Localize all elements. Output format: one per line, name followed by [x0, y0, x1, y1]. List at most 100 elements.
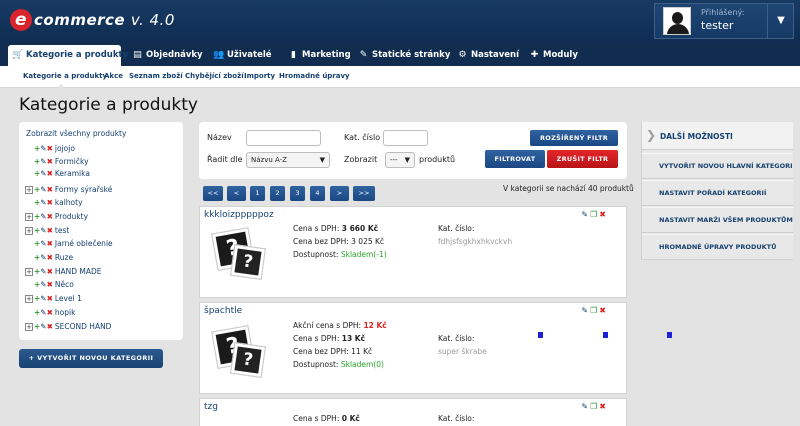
copy-icon[interactable]: ❐ — [590, 210, 597, 219]
expand-plus-icon[interactable]: + — [25, 227, 33, 235]
delete-x-icon[interactable]: ✖ — [47, 294, 53, 303]
category-name[interactable]: Formičky — [55, 157, 89, 166]
pager-last[interactable]: >> — [353, 186, 375, 201]
edit-pencil-icon[interactable]: ✎ — [581, 402, 588, 411]
category-name[interactable]: Formy sýrařské — [55, 185, 112, 194]
active-subnav-indicator — [57, 84, 65, 88]
delete-x-icon[interactable]: ✖ — [47, 144, 53, 153]
delete-x-icon[interactable]: ✖ — [47, 267, 53, 276]
filter-button[interactable]: FILTROVAT — [485, 150, 545, 168]
code-value: super škrabe — [438, 347, 487, 356]
marker-square — [538, 332, 543, 338]
set-category-order-option[interactable]: NASTAVIT POŘADÍ KATEGORIÍ — [642, 180, 793, 206]
app-logo[interactable]: e commerce v. 4.0 — [10, 9, 175, 31]
tab-objednavky[interactable]: ▤ Objednávky — [128, 45, 207, 66]
more-options-header[interactable]: ❯ DALŠÍ MOŽNOSTI — [642, 122, 793, 150]
subnav-chybejici-zbozi[interactable]: Chybějící zboží — [185, 72, 244, 80]
pager-prev[interactable]: < — [227, 186, 246, 201]
category-name[interactable]: test — [55, 226, 69, 235]
product-title-link[interactable]: špachtle — [204, 306, 242, 316]
price-novat-row: Cena bez DPH: 3 025 Kč — [293, 237, 385, 246]
category-row: + +✎✖ test — [25, 225, 69, 237]
code-label: Kat. číslo: — [438, 334, 475, 343]
tab-staticke-stranky[interactable]: ✎ Statické stránky — [354, 45, 454, 66]
tab-moduly[interactable]: ✚ Moduly — [525, 45, 582, 66]
tab-nastaveni[interactable]: ⚙ Nastavení — [453, 45, 523, 66]
category-name[interactable]: Jarné oblečenie — [55, 239, 113, 248]
delete-x-icon[interactable]: ✖ — [47, 185, 53, 194]
pager-first[interactable]: << — [203, 186, 223, 201]
delete-x-icon[interactable]: ✖ — [599, 402, 606, 411]
price-vat-row: Cena s DPH: 13 Kč — [293, 334, 366, 343]
set-margin-option[interactable]: NASTAVIT MARŽI VŠEM PRODUKTŮM — [642, 207, 793, 233]
subnav-hromadne-upravy[interactable]: Hromadné úpravy — [279, 72, 350, 80]
login-label: Přihlášený: — [701, 8, 745, 17]
category-name[interactable]: kalhoty — [55, 198, 83, 207]
price-novat-row: Cena bez DPH: 11 Kč — [293, 347, 373, 356]
subnav-seznam-zbozi[interactable]: Seznam zboží — [129, 72, 183, 80]
category-name[interactable]: hopik — [55, 308, 76, 317]
copy-icon[interactable]: ❐ — [590, 306, 597, 315]
cancel-filter-button[interactable]: ZRUŠIT FILTR — [547, 150, 618, 168]
page-size-select[interactable]: --- ▼ — [385, 152, 415, 168]
edit-pencil-icon[interactable]: ✎ — [581, 210, 588, 219]
sort-select[interactable]: Názvu A-Z ▼ — [246, 152, 330, 168]
edit-pencil-icon[interactable]: ✎ — [581, 306, 588, 315]
extended-filter-button[interactable]: ROZŠÍŘENÝ FILTR — [530, 130, 618, 146]
product-actions: ✎ ❐ ✖ — [579, 402, 606, 411]
tab-uzivatele[interactable]: 👥 Uživatelé — [209, 45, 276, 66]
expand-plus-icon[interactable]: + — [25, 323, 33, 331]
expand-plus-icon[interactable]: + — [25, 295, 33, 303]
category-name[interactable]: Level 1 — [55, 294, 82, 303]
category-name[interactable]: Keramika — [55, 169, 90, 178]
subnav-kategorie-a-produkty[interactable]: Kategorie a produkty — [23, 72, 107, 80]
delete-x-icon[interactable]: ✖ — [47, 169, 53, 178]
category-name[interactable]: jojojo — [55, 144, 75, 153]
delete-x-icon[interactable]: ✖ — [47, 253, 53, 262]
category-name[interactable]: Něco — [55, 280, 74, 289]
create-main-category-option[interactable]: VYTVOŘIT NOVOU HLAVNÍ KATEGORII — [642, 153, 793, 179]
category-name[interactable]: SECOND HAND — [55, 322, 112, 331]
user-menu-chevron-down-icon[interactable]: ▼ — [767, 4, 794, 38]
price-vat-row: Cena s DPH: 0 Kč — [293, 414, 360, 423]
product-count-text: V kategorii se nachází 40 produktů — [503, 184, 634, 193]
tab-marketing[interactable]: ▮ Marketing — [284, 45, 355, 66]
category-name[interactable]: Ruze — [55, 253, 73, 262]
pager-page-2[interactable]: 2 — [270, 186, 285, 201]
name-filter-label: Název — [207, 133, 232, 142]
code-filter-label: Kat. číslo — [344, 133, 381, 142]
product-title-link[interactable]: tzg — [204, 402, 218, 412]
delete-x-icon[interactable]: ✖ — [47, 322, 53, 331]
category-name[interactable]: HAND MADE — [55, 267, 102, 276]
delete-x-icon[interactable]: ✖ — [47, 308, 53, 317]
subnav-importy[interactable]: Importy — [244, 72, 275, 80]
delete-x-icon[interactable]: ✖ — [47, 239, 53, 248]
delete-x-icon[interactable]: ✖ — [47, 226, 53, 235]
pager-page-3[interactable]: 3 — [290, 186, 305, 201]
delete-x-icon[interactable]: ✖ — [47, 280, 53, 289]
logo-version: v. 4.0 — [130, 11, 175, 29]
pager-page-1[interactable]: 1 — [250, 186, 265, 201]
pager-page-4[interactable]: 4 — [310, 186, 325, 201]
logo-badge: e — [10, 9, 32, 31]
delete-x-icon[interactable]: ✖ — [599, 306, 606, 315]
show-all-products-link[interactable]: Zobrazit všechny produkty — [26, 129, 126, 138]
subnav-akce[interactable]: Akce — [104, 72, 123, 80]
delete-x-icon[interactable]: ✖ — [47, 212, 53, 221]
tab-kategorie-a-produkty[interactable]: 🛒 Kategorie a produkty — [8, 45, 128, 66]
product-title-link[interactable]: kkkloizpppppoz — [204, 210, 274, 220]
name-filter-input[interactable] — [246, 130, 321, 146]
expand-plus-icon[interactable]: + — [25, 213, 33, 221]
delete-x-icon[interactable]: ✖ — [599, 210, 606, 219]
chevron-down-icon: ▼ — [319, 156, 325, 164]
new-category-button[interactable]: + VYTVOŘIT NOVOU KATEGORII — [19, 349, 163, 368]
copy-icon[interactable]: ❐ — [590, 402, 597, 411]
expand-plus-icon[interactable]: + — [25, 268, 33, 276]
delete-x-icon[interactable]: ✖ — [47, 157, 53, 166]
pager-next[interactable]: > — [330, 186, 349, 201]
code-filter-input[interactable] — [383, 130, 428, 146]
expand-plus-icon[interactable]: + — [25, 186, 33, 194]
category-name[interactable]: Produkty — [55, 212, 88, 221]
delete-x-icon[interactable]: ✖ — [47, 198, 53, 207]
bulk-edit-products-option[interactable]: HROMADNÉ ÚPRAVY PRODUKTŮ — [642, 234, 793, 260]
